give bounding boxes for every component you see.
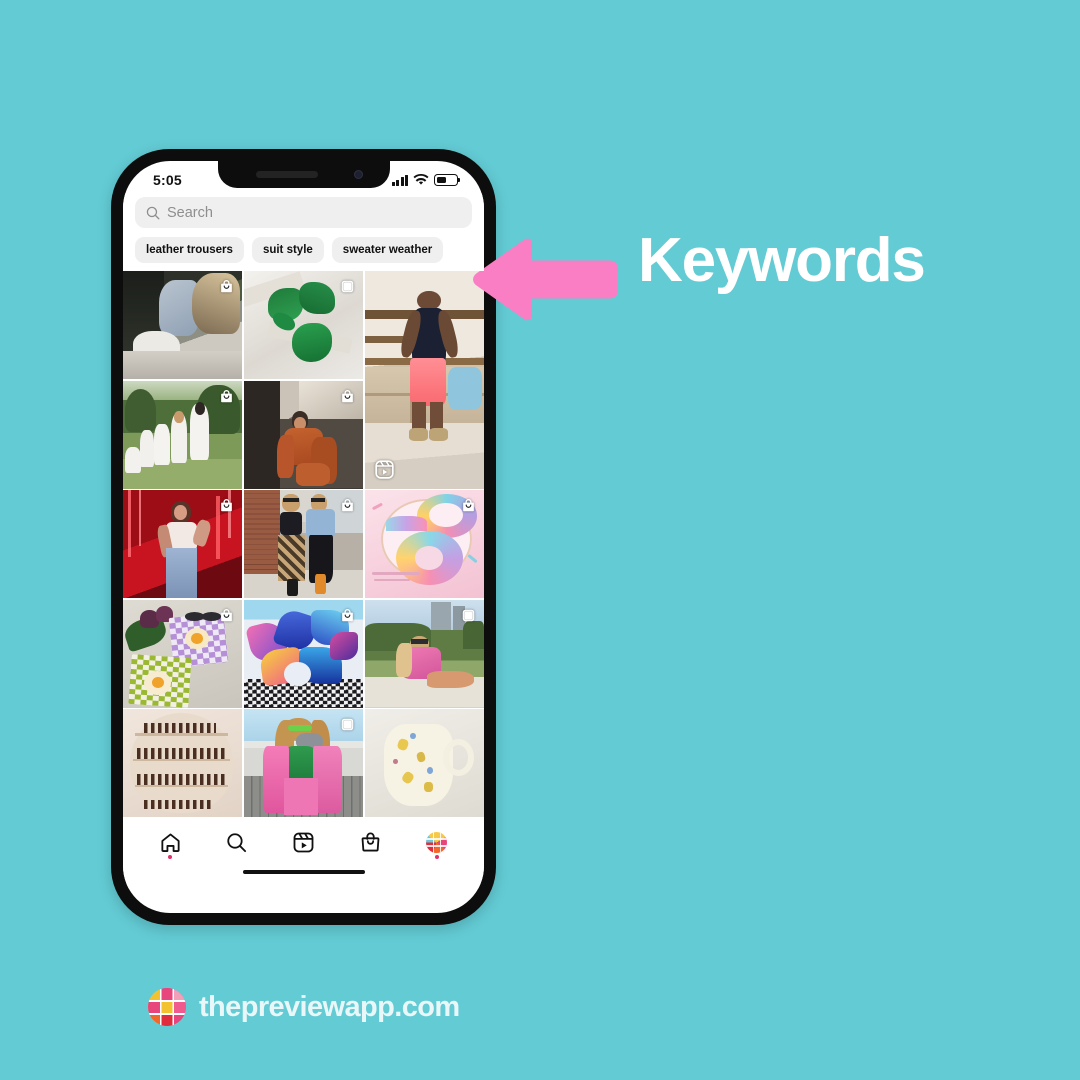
nav-profile-button[interactable]: [422, 827, 452, 859]
profile-notification-dot: [434, 855, 439, 859]
nav-home-button[interactable]: [155, 827, 185, 859]
grid-post-p13[interactable]: [243, 709, 364, 817]
nav-reels-button[interactable]: [288, 827, 318, 857]
shopping-bag-icon: [339, 607, 356, 624]
explore-photo-grid: [123, 271, 484, 817]
phone-notch: [217, 161, 390, 188]
grid-post-p5[interactable]: [243, 380, 364, 489]
grid-post-p12[interactable]: [123, 709, 243, 817]
grid-post-p14[interactable]: [364, 709, 484, 817]
grid-post-p3[interactable]: [364, 271, 484, 489]
profile-avatar-icon: [426, 831, 448, 853]
keyword-pill-leather-trousers[interactable]: leather trousers: [135, 237, 244, 263]
keyword-pill-row: leather trousers suit style sweater weat…: [123, 228, 484, 271]
grid-post-p2[interactable]: [243, 271, 364, 379]
grid-post-p8[interactable]: [364, 490, 484, 598]
shopping-bag-icon: [460, 497, 477, 514]
home-notification-dot: [168, 855, 173, 859]
status-bar-clock: 5:05: [153, 172, 182, 188]
nav-shop-button[interactable]: [355, 827, 385, 857]
shopping-bag-icon: [339, 388, 356, 405]
keyword-pill-suit-style[interactable]: suit style: [251, 237, 324, 263]
search-icon: [146, 206, 160, 219]
cellular-signal-icon: [391, 174, 408, 186]
shopping-bag-icon: [361, 832, 379, 851]
notch-camera-icon: [353, 170, 363, 179]
footer-brand-text: thepreviewapp.com: [199, 990, 460, 1023]
grid-post-p11[interactable]: [364, 599, 484, 708]
arrow-left-icon: [473, 238, 618, 321]
footer-branding: thepreviewapp.com: [148, 988, 460, 1026]
shopping-bag-icon: [218, 607, 235, 624]
grid-post-p7[interactable]: [243, 490, 364, 598]
grid-post-p6[interactable]: [123, 490, 243, 598]
search-section: Search: [123, 193, 484, 228]
status-bar-indicators: [391, 174, 461, 186]
shopping-bag-icon: [218, 497, 235, 514]
search-input[interactable]: Search: [135, 197, 472, 228]
battery-half-icon: [434, 174, 461, 186]
shopping-bag-icon: [218, 278, 235, 295]
grid-post-p4[interactable]: [123, 380, 243, 489]
wifi-icon: [413, 174, 429, 185]
home-indicator: [123, 867, 484, 889]
carousel-icon: [339, 278, 356, 295]
search-icon: [227, 832, 247, 852]
grid-post-p10[interactable]: [243, 599, 364, 708]
bottom-navigation-bar: [123, 817, 484, 867]
grid-post-p1[interactable]: [123, 271, 243, 379]
home-icon: [161, 833, 180, 852]
shopping-bag-icon: [339, 497, 356, 514]
shopping-bag-icon: [218, 388, 235, 405]
carousel-icon: [339, 716, 356, 733]
reel-icon: [374, 459, 395, 480]
keyword-pill-sweater-weather[interactable]: sweater weather: [331, 237, 444, 263]
carousel-icon: [460, 607, 477, 624]
phone-screen: 5:05 Search leather trousers suit style …: [123, 161, 484, 913]
search-placeholder-text: Search: [167, 204, 213, 221]
preview-app-logo-icon: [148, 988, 186, 1026]
keywords-annotation-label: Keywords: [638, 226, 926, 295]
grid-post-p9[interactable]: [123, 599, 243, 708]
nav-search-button[interactable]: [222, 827, 252, 857]
phone-mockup: 5:05 Search leather trousers suit style …: [111, 149, 496, 925]
reels-icon: [293, 832, 314, 852]
notch-speaker: [255, 171, 318, 178]
